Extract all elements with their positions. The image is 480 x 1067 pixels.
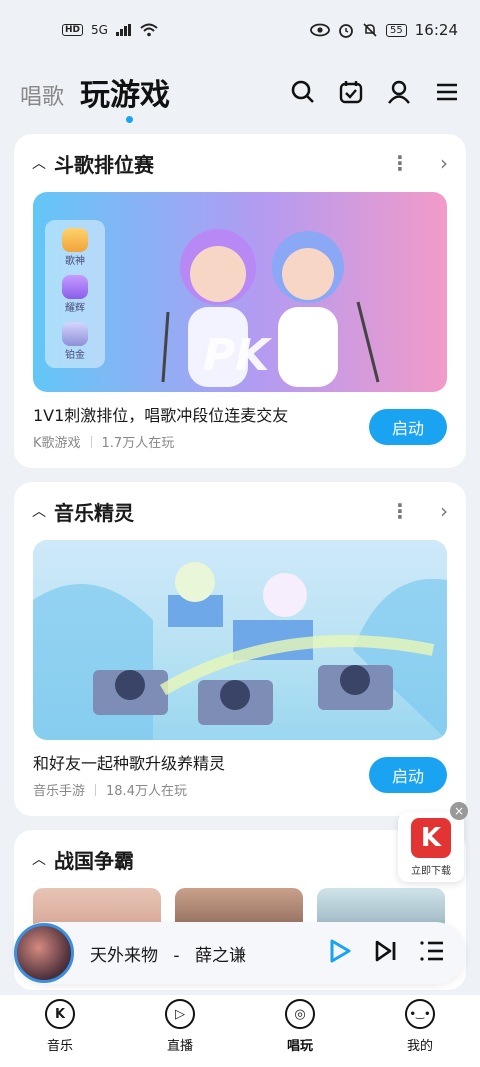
song-title: 天外来物	[90, 945, 158, 966]
song-artist: 薛之谦	[194, 945, 246, 966]
game-category: K歌游戏	[33, 436, 81, 451]
card-description: 和好友一起种歌升级养精灵	[33, 754, 226, 773]
game-card-music-sprite: ︿ 音乐精灵 ⋮ › 和好友一起种歌升级养精灵 音乐手游 18.4万人在玩 启动	[14, 482, 466, 816]
profile-icon[interactable]	[386, 79, 412, 105]
rank-item: 耀辉	[45, 275, 105, 314]
collapse-caret-icon[interactable]: ︿	[32, 849, 46, 869]
chevron-right-icon[interactable]: ›	[440, 499, 448, 523]
eye-icon	[310, 23, 330, 37]
game-banner-douge[interactable]: 歌神 耀辉 铂金 PK	[33, 192, 447, 392]
rank-panel: 歌神 耀辉 铂金	[45, 220, 105, 368]
medal-icon	[62, 275, 88, 299]
download-label: 立即下载	[411, 866, 451, 877]
card-title: 音乐精灵	[54, 500, 134, 525]
medal-icon	[62, 228, 88, 252]
kge-logo-icon: K	[411, 818, 451, 858]
mic-icon: ◎	[285, 999, 315, 1029]
game-banner-music-sprite[interactable]	[33, 540, 447, 740]
more-options-icon[interactable]: ⋮	[390, 153, 410, 173]
nav-label: 直播	[166, 1039, 193, 1054]
play-icon[interactable]	[328, 938, 352, 968]
alarm-icon	[339, 24, 353, 38]
live-play-icon: ▷	[165, 999, 195, 1029]
pk-badge: PK	[203, 330, 270, 381]
collapse-caret-icon[interactable]: ︿	[32, 153, 46, 173]
battery-icon: 55	[386, 23, 407, 37]
nav-live[interactable]: ▷ 直播	[120, 995, 240, 1067]
status-bar: HD 5G 55 16:24	[0, 0, 480, 60]
bottom-nav: K 音乐 ▷ 直播 ◎ 唱玩 •‿• 我的	[0, 995, 480, 1067]
menu-icon[interactable]	[434, 79, 460, 105]
medal-icon	[62, 322, 88, 346]
checkin-calendar-icon[interactable]	[338, 79, 364, 105]
meta-divider	[90, 435, 92, 448]
player-count: 1.7万人在玩	[101, 436, 175, 451]
tab-games[interactable]: 玩游戏	[80, 70, 171, 123]
collapse-caret-icon[interactable]: ︿	[32, 501, 46, 521]
rank-label: 耀辉	[65, 303, 85, 314]
album-cover[interactable]	[14, 923, 74, 983]
game-category: 音乐手游	[33, 784, 86, 799]
nav-me[interactable]: •‿• 我的	[360, 995, 480, 1067]
chevron-right-icon[interactable]: ›	[440, 151, 448, 175]
player-count: 18.4万人在玩	[106, 784, 187, 799]
tab-games-label: 玩游戏	[80, 78, 171, 113]
playlist-icon[interactable]	[420, 940, 444, 966]
top-nav: 唱歌 玩游戏	[0, 62, 480, 123]
search-icon[interactable]	[290, 79, 316, 105]
tab-sing[interactable]: 唱歌	[20, 79, 64, 111]
card-description: 1V1刺激排位，唱歌冲段位连麦交友	[33, 406, 289, 425]
signal-icon	[115, 24, 131, 36]
nav-label: 唱玩	[286, 1039, 313, 1054]
next-track-icon[interactable]	[374, 939, 398, 967]
music-k-icon: K	[45, 999, 75, 1029]
more-options-icon[interactable]: ⋮	[390, 501, 410, 521]
rank-label: 铂金	[65, 350, 85, 361]
rank-item: 歌神	[45, 228, 105, 267]
active-tab-indicator	[126, 116, 134, 123]
game-card-douge: ︿ 斗歌排位赛 ⋮ › 歌神 耀辉 铂金 PK 1V1刺激排位，唱歌冲段位连麦交…	[14, 134, 466, 468]
singers-illustration	[161, 229, 380, 387]
hd-icon: HD	[62, 24, 84, 36]
nav-label: 音乐	[46, 1039, 73, 1054]
rank-label: 歌神	[65, 256, 85, 267]
rank-item: 铂金	[45, 322, 105, 361]
mute-icon	[363, 23, 377, 37]
start-button[interactable]: 启动	[369, 408, 447, 445]
song-separator: -	[173, 945, 180, 966]
start-button[interactable]: 启动	[369, 756, 447, 793]
clock-time: 16:24	[414, 21, 458, 39]
music-sprite-illustration	[33, 562, 447, 740]
download-promo[interactable]: K 立即下载	[398, 812, 464, 882]
nav-music[interactable]: K 音乐	[0, 995, 120, 1067]
face-icon: •‿•	[405, 999, 435, 1029]
now-playing: 天外来物 - 薛之谦	[90, 941, 246, 966]
wifi-icon	[140, 23, 158, 37]
mini-player[interactable]: 天外来物 - 薛之谦	[14, 922, 466, 984]
nav-sing-play[interactable]: ◎ 唱玩	[240, 995, 360, 1067]
nav-label: 我的	[406, 1039, 433, 1054]
close-icon[interactable]: ×	[450, 802, 468, 820]
meta-divider	[95, 783, 97, 796]
card-title: 战国争霸	[54, 848, 134, 873]
network-icon: 5G	[91, 23, 108, 37]
card-title: 斗歌排位赛	[54, 152, 154, 177]
